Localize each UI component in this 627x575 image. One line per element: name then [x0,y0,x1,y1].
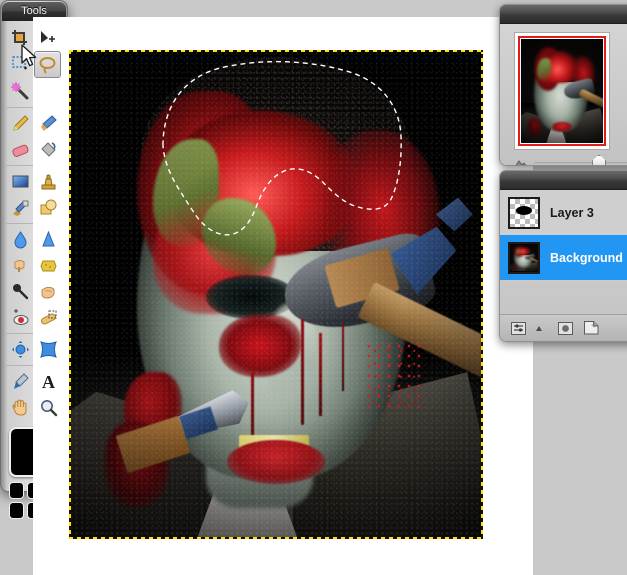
navigator-body[interactable] [500,24,627,166]
hand-tool[interactable] [8,395,33,420]
ink-tool-icon [11,198,30,217]
lasso-tool[interactable] [34,51,61,78]
new-layer-button[interactable] [583,321,600,336]
burn-tool-icon [39,282,58,301]
sponge-tool[interactable] [36,253,61,278]
layer-name: Background [550,251,623,265]
shape-tool-icon [39,198,58,217]
crop-tool[interactable] [8,25,33,50]
zoom-tool-icon [39,398,58,417]
layer-mask-button[interactable] [557,321,574,336]
layer-thumbnail[interactable] [508,197,540,229]
zoom-tool[interactable] [36,395,61,420]
blur-tool[interactable] [8,227,33,252]
paint-bucket-tool[interactable] [36,137,61,162]
artwork-image[interactable] [71,52,481,537]
red-eye-tool[interactable] [8,305,33,330]
rectangular-marquee-tool[interactable] [7,51,32,76]
layer-row[interactable]: Layer 3 [500,190,627,235]
adjustment-layer-button[interactable] [510,321,527,336]
smudge-tool-icon [11,256,30,275]
magic-wand-tool[interactable] [8,79,33,104]
navigator-zoom-slider-row[interactable] [510,150,627,166]
layers-footer-toolbar[interactable] [500,314,627,341]
gradient-tool[interactable] [8,169,33,194]
navigator-thumbnail-frame[interactable] [514,32,610,150]
blur-tool-icon [11,230,30,249]
adjustment-dropdown-caret-icon[interactable] [536,326,542,331]
navigator-panel[interactable]: Navigator [499,4,627,166]
dodge-tool-icon [11,282,30,301]
palette-swatch[interactable] [9,482,24,499]
hand-tool-icon [11,398,30,417]
layer-thumbnail-content [516,206,533,216]
magic-wand-tool-icon [11,82,30,101]
navigator-panel-title: Navigator [500,5,627,24]
gradient-tool-icon [11,172,30,191]
healing-brush-tool-icon [39,308,58,327]
art-grain [71,52,481,537]
paintbrush-tool[interactable] [36,111,61,136]
palette-swatch[interactable] [9,502,24,519]
pinch-tool[interactable] [36,337,61,362]
tool-row [6,51,62,78]
ink-tool[interactable] [8,195,33,220]
zoom-out-mountain-icon[interactable] [514,158,528,166]
navigator-zoom-handle[interactable] [592,155,606,167]
crop-tool-icon [11,29,29,47]
shape-tool[interactable] [36,195,61,220]
layers-list[interactable]: Layer 3 Background [500,190,627,280]
svg-text:A: A [42,372,55,391]
navigator-view-rectangle[interactable] [518,36,606,146]
pinch-tool-icon [39,340,58,359]
move-tool-icon [39,29,57,47]
clone-stamp-tool-icon [39,172,58,191]
navigator-zoom-track[interactable] [534,162,627,165]
layer-row[interactable]: Background [500,235,627,280]
sponge-tool-icon [39,256,58,275]
red-eye-tool-icon [11,308,30,327]
dodge-tool[interactable] [8,279,33,304]
eraser-tool-icon [11,140,30,159]
text-tool-icon: A [39,372,58,391]
smudge-tool[interactable] [8,253,33,278]
layer-name: Layer 3 [550,206,594,220]
adjustment-sliders-icon [511,322,526,335]
eraser-tool[interactable] [8,137,33,162]
layers-panel[interactable]: Layers Layer 3 [499,170,627,342]
paint-bucket-tool-icon [39,140,58,159]
pencil-tool-icon [11,114,30,133]
eyedropper-tool-icon [11,372,30,391]
sharpen-tool-icon [39,230,58,249]
new-layer-icon [584,321,599,335]
pencil-tool[interactable] [8,111,33,136]
lasso-tool-icon [38,56,57,74]
move-tool[interactable] [36,25,61,50]
eyedropper-tool[interactable] [8,369,33,394]
paintbrush-tool-icon [39,114,58,133]
sharpen-tool[interactable] [36,227,61,252]
bloat-tool-icon [11,340,30,359]
layer-mask-icon [558,322,573,335]
layers-panel-title: Layers [500,171,627,190]
healing-brush-tool[interactable] [36,305,61,330]
layer-thumbnail[interactable] [508,242,540,274]
rectangular-marquee-tool-icon [11,55,29,73]
clone-stamp-tool[interactable] [36,169,61,194]
burn-tool[interactable] [36,279,61,304]
image-canvas[interactable] [71,52,481,537]
text-tool[interactable]: A [36,369,61,394]
bloat-tool[interactable] [8,337,33,362]
